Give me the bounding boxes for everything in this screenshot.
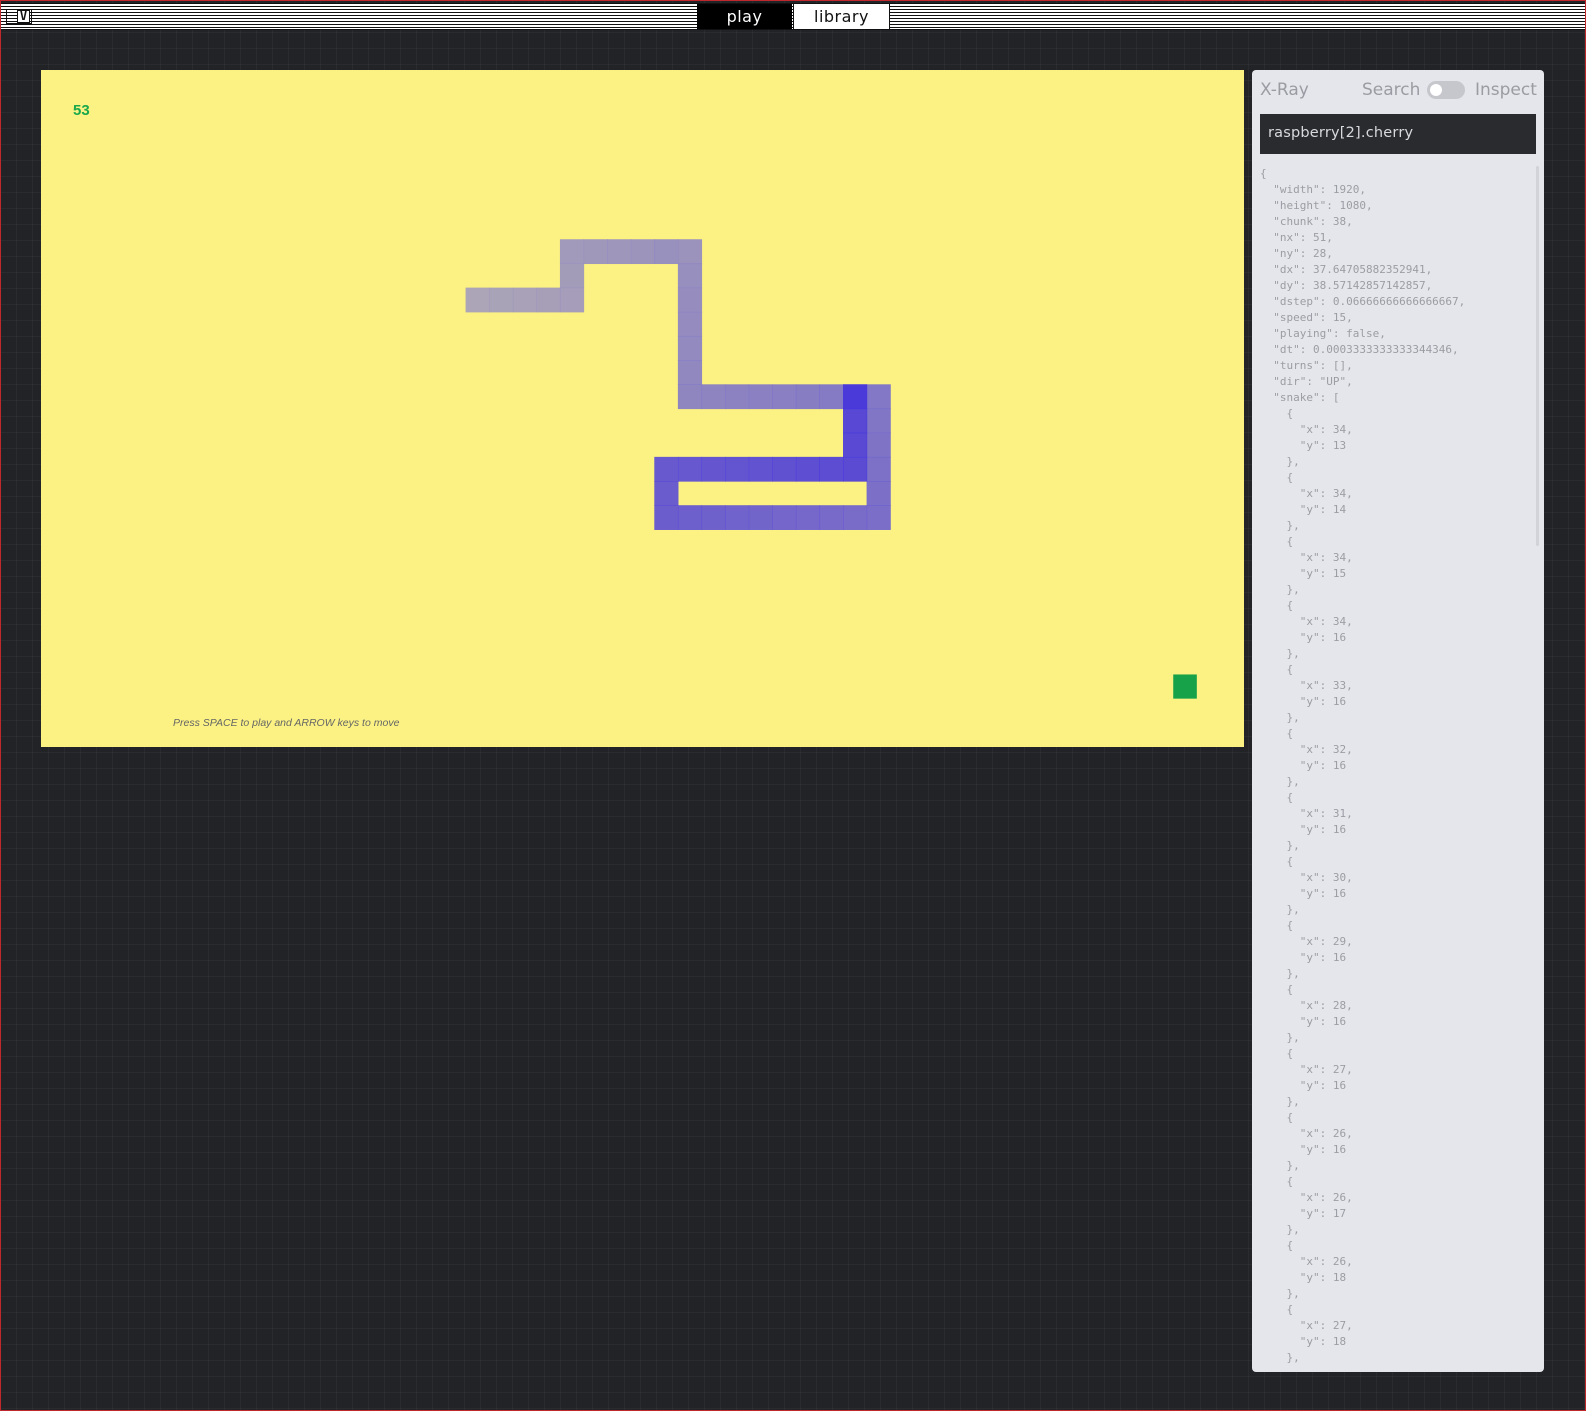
search-label: Search [1362,80,1421,100]
snake-segment [748,505,773,530]
menu-button-label: V [17,10,30,23]
xray-title: X-Ray [1260,80,1309,100]
snake-segment [701,384,726,410]
snake-segment [866,456,891,482]
snake-segment [748,384,773,410]
menu-button[interactable]: V [6,9,32,24]
snake-segment [677,384,703,410]
snake-segment [795,456,821,482]
snake-head [843,384,868,410]
snake-segment [583,239,608,265]
snake-segment [559,287,585,313]
snake-segment [843,432,868,458]
top-bar: V play library [1,3,1585,30]
snake-segment [677,311,703,337]
xray-path-field[interactable]: raspberry[2].cherry [1260,114,1536,154]
snake-segment [748,456,773,482]
snake-segment [677,239,703,265]
snake-segment [866,481,891,506]
snake-segment [843,505,868,530]
snake-segment [843,408,868,434]
snake-segment [512,287,537,313]
snake-segment [677,335,703,361]
toggle-knob [1430,84,1442,96]
snake-segment [819,456,844,482]
snake-segment [654,239,679,265]
snake-segment [536,287,561,313]
snake-segment [772,456,797,482]
snake-segment [772,384,797,410]
score-counter: 53 [73,102,90,119]
snake-segment [654,456,679,482]
snake-segment [725,505,750,530]
snake-segment [795,505,821,530]
tab-play[interactable]: play [697,4,792,29]
snake-segment [772,505,797,530]
snake-segment [866,408,891,434]
snake-segment [843,456,868,482]
snake-segment [725,456,750,482]
xray-json-view[interactable]: { "width": 1920, "height": 1080, "chunk"… [1260,166,1530,1366]
snake-segment [559,263,585,289]
snake-segment [607,239,632,265]
tab-library[interactable]: library [793,4,890,29]
snake-segment [489,287,514,313]
xray-header: X-Ray Search Inspect [1252,70,1544,110]
snake-segment [654,481,679,506]
food-pellet [1173,674,1197,699]
snake-segment [654,505,679,530]
snake-segment [559,239,585,265]
snake-segment [677,287,703,313]
snake-segment [677,360,703,385]
xray-scrollbar[interactable] [1536,166,1539,546]
snake-segment [465,287,490,313]
snake-segment [725,384,750,410]
snake-board [465,239,1197,699]
snake-segment [795,384,821,410]
snake-segment [701,456,726,482]
snake-segment [630,239,655,265]
snake-segment [819,384,844,410]
snake-segment [677,263,703,289]
snake-segment [819,505,844,530]
snake-segment [677,505,703,530]
game-canvas[interactable]: 53 Press SPACE to play and ARROW keys to… [41,70,1244,747]
snake-segment [866,432,891,458]
snake-segment [866,505,891,530]
instructions-text: Press SPACE to play and ARROW keys to mo… [173,717,400,729]
xray-panel: X-Ray Search Inspect raspberry[2].cherry… [1252,70,1544,1372]
inspect-label: Inspect [1475,80,1537,100]
snake-segment [866,384,891,410]
snake-segment [677,456,703,482]
search-inspect-toggle[interactable] [1427,81,1465,99]
snake-segment [701,505,726,530]
